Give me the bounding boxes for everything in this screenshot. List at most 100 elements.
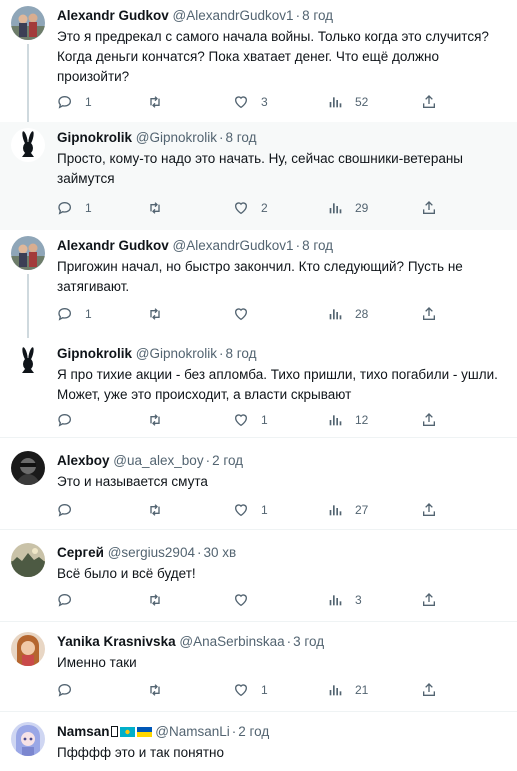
share-button[interactable] — [421, 304, 437, 324]
reply-button[interactable] — [57, 410, 85, 430]
share-icon — [421, 502, 437, 518]
timestamp[interactable]: 2 год — [212, 453, 243, 468]
views-icon — [327, 94, 343, 110]
reply-button[interactable]: 1 — [57, 304, 92, 324]
share-icon — [421, 412, 437, 428]
like-button[interactable] — [233, 304, 261, 324]
views-button[interactable]: 28 — [327, 304, 368, 324]
views-icon — [327, 306, 343, 322]
author-name[interactable]: Namsan — [57, 724, 152, 739]
reply-button[interactable] — [57, 500, 85, 520]
views-button[interactable]: 27 — [327, 500, 368, 520]
avatar[interactable] — [11, 543, 45, 577]
share-icon — [421, 306, 437, 322]
avatar[interactable] — [11, 6, 45, 40]
author-handle[interactable]: @Gipnokrolik — [136, 346, 217, 361]
timestamp[interactable]: 30 хв — [203, 545, 236, 560]
like-icon — [233, 682, 249, 698]
like-button[interactable]: 1 — [233, 500, 268, 520]
unsupported-glyph — [110, 726, 118, 737]
tweet[interactable]: Yanika Krasnivska @AnaSerbinskaa · 3 год И… — [0, 626, 517, 712]
like-button[interactable]: 1 — [233, 410, 268, 430]
author-name[interactable]: Gipnokrolik — [57, 346, 132, 361]
timestamp[interactable]: 8 год — [226, 130, 257, 145]
like-icon — [233, 306, 249, 322]
thread-line — [27, 274, 29, 338]
like-button[interactable]: 2 — [233, 198, 268, 218]
like-button[interactable] — [233, 590, 261, 610]
author-handle[interactable]: @AnaSerbinskaa — [179, 634, 284, 649]
timestamp[interactable]: 3 год — [293, 634, 324, 649]
reply-icon — [57, 412, 73, 428]
avatar[interactable] — [11, 128, 45, 162]
views-button[interactable]: 3 — [327, 590, 362, 610]
tweet[interactable]: Alexboy @ua_alex_boy · 2 год Это и называе… — [0, 445, 517, 530]
avatar[interactable] — [11, 344, 45, 378]
author-name[interactable]: Alexandr Gudkov — [57, 238, 169, 253]
share-icon — [421, 200, 437, 216]
views-icon — [327, 682, 343, 698]
author-handle[interactable]: @NamsanLi — [155, 724, 229, 739]
separator-dot: · — [219, 346, 224, 361]
retweet-button[interactable] — [147, 198, 175, 218]
author-name[interactable]: Yanika Krasnivska — [57, 634, 176, 649]
action-bar: 3 — [57, 590, 477, 610]
reply-button[interactable] — [57, 680, 85, 700]
share-button[interactable] — [421, 680, 437, 700]
reply-button[interactable]: 1 — [57, 92, 92, 112]
retweet-button[interactable] — [147, 500, 175, 520]
avatar[interactable] — [11, 451, 45, 485]
author-name[interactable]: Alexboy — [57, 453, 110, 468]
retweet-button[interactable] — [147, 590, 175, 610]
timestamp[interactable]: 8 год — [302, 8, 333, 23]
action-bar: 1 12 — [57, 410, 477, 430]
timestamp[interactable]: 8 год — [226, 346, 257, 361]
reply-button[interactable] — [57, 590, 85, 610]
retweet-button[interactable] — [147, 680, 175, 700]
share-icon — [421, 682, 437, 698]
tweet[interactable]: Gipnokrolik @Gipnokrolik · 8 год Я про тих… — [0, 338, 517, 438]
share-button[interactable] — [421, 590, 437, 610]
tweet[interactable]: Namsan @NamsanLi · 2 год Пфффф это и так п… — [0, 716, 517, 771]
share-button[interactable] — [421, 410, 437, 430]
retweet-icon — [147, 682, 163, 698]
avatar[interactable] — [11, 632, 45, 666]
tweet[interactable]: Gipnokrolik @Gipnokrolik · 8 год Просто, к… — [0, 122, 517, 230]
author-handle[interactable]: @Gipnokrolik — [136, 130, 217, 145]
author-handle[interactable]: @AlexandrGudkov1 — [173, 8, 294, 23]
author-handle[interactable]: @AlexandrGudkov1 — [173, 238, 294, 253]
views-button[interactable]: 29 — [327, 198, 368, 218]
tweet[interactable]: Сергей @sergius2904 · 30 хв Всё было и всё… — [0, 537, 517, 622]
author-handle[interactable]: @sergius2904 — [108, 545, 195, 560]
action-bar: 1 3 52 — [57, 92, 477, 112]
views-icon — [327, 592, 343, 608]
share-button[interactable] — [421, 92, 437, 112]
share-button[interactable] — [421, 500, 437, 520]
reply-icon — [57, 592, 73, 608]
author-name[interactable]: Alexandr Gudkov — [57, 8, 169, 23]
views-button[interactable]: 21 — [327, 680, 368, 700]
views-button[interactable]: 12 — [327, 410, 368, 430]
author-handle[interactable]: @ua_alex_boy — [113, 453, 203, 468]
reply-button[interactable]: 1 — [57, 198, 92, 218]
tweet-text: Это и называется смута — [57, 474, 208, 489]
reply-thread: Alexandr Gudkov @AlexandrGudkov1 · 8 год Э… — [0, 0, 517, 771]
timestamp[interactable]: 8 год — [302, 238, 333, 253]
separator-dot: · — [205, 453, 211, 468]
timestamp[interactable]: 2 год — [238, 724, 269, 739]
retweet-button[interactable] — [147, 410, 175, 430]
reply-icon — [57, 94, 73, 110]
views-button[interactable]: 52 — [327, 92, 368, 112]
retweet-button[interactable] — [147, 304, 175, 324]
share-button[interactable] — [421, 198, 437, 218]
tweet-text: Всё было и всё будет! — [57, 566, 196, 581]
like-button[interactable]: 1 — [233, 680, 268, 700]
tweet[interactable]: Alexandr Gudkov @AlexandrGudkov1 · 8 год Э… — [0, 0, 517, 122]
retweet-button[interactable] — [147, 92, 175, 112]
tweet[interactable]: Alexandr Gudkov @AlexandrGudkov1 · 8 год П… — [0, 230, 517, 338]
author-name[interactable]: Gipnokrolik — [57, 130, 132, 145]
avatar[interactable] — [11, 722, 45, 756]
avatar[interactable] — [11, 236, 45, 270]
author-name[interactable]: Сергей — [57, 545, 104, 560]
like-button[interactable]: 3 — [233, 92, 268, 112]
